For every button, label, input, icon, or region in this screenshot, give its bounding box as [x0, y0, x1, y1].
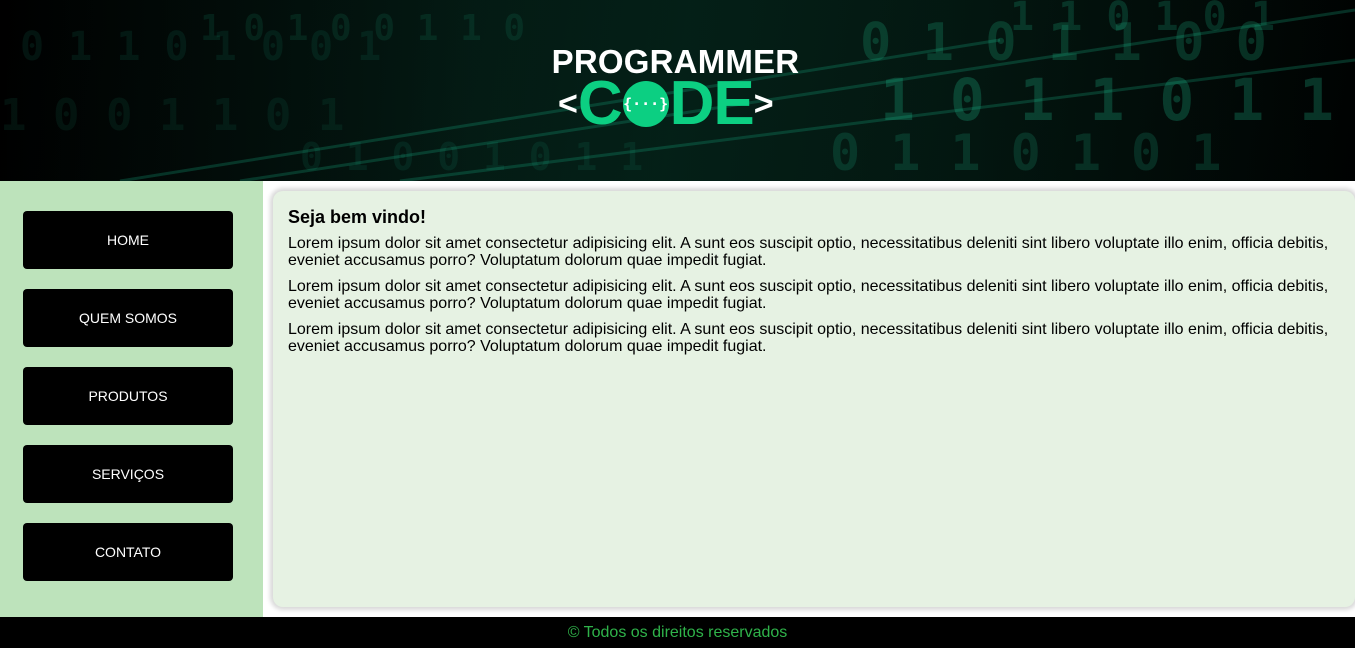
footer-copyright: © Todos os direitos reservados: [567, 623, 788, 641]
welcome-card: Seja bem vindo! Lorem ipsum dolor sit am…: [273, 191, 1355, 607]
main-content: Seja bem vindo! Lorem ipsum dolor sit am…: [263, 181, 1355, 617]
nav-button-contato[interactable]: CONTATO: [23, 523, 233, 581]
code-braces-symbol: {···}: [623, 95, 669, 113]
page-footer: © Todos os direitos reservados: [0, 617, 1355, 648]
content-paragraph-2: Lorem ipsum dolor sit amet consectetur a…: [288, 278, 1329, 312]
nav-button-quem-somos[interactable]: QUEM SOMOS: [23, 289, 233, 347]
logo-left-bracket: <: [558, 85, 578, 123]
logo-code-word: < C {···} DE >: [558, 69, 774, 138]
welcome-title: Seja bem vindo!: [288, 207, 427, 227]
logo-letters-de: DE: [669, 69, 755, 138]
nav-button-home[interactable]: HOME: [23, 211, 233, 269]
svg-text:1 0 0 1 1 0 1: 1 0 0 1 1 0 1: [0, 90, 344, 141]
sidebar-nav: HOME QUEM SOMOS PRODUTOS SERVIÇOS CONTAT…: [0, 181, 263, 617]
content-paragraph-3: Lorem ipsum dolor sit amet consectetur a…: [288, 321, 1329, 355]
logo-letter-c: C: [577, 69, 623, 138]
header-banner: 0 1 1 0 1 0 0 1 1 0 0 1 1 0 1 1 0 1 0 0 …: [0, 0, 1355, 181]
content-paragraph-1: Lorem ipsum dolor sit amet consectetur a…: [288, 235, 1329, 269]
code-braces-icon: {···}: [622, 81, 669, 127]
nav-button-produtos[interactable]: PRODUTOS: [23, 367, 233, 425]
svg-text:0 1 1 0 1 0 1: 0 1 1 0 1 0 1: [830, 124, 1221, 181]
svg-text:1 0 1 0 0 1 1 0: 1 0 1 0 0 1 1 0: [200, 8, 525, 49]
svg-text:1 1 0 1 0 1: 1 1 0 1 0 1: [1010, 0, 1275, 40]
programmer-code-logo[interactable]: PROGRAMMER < C {···} DE >: [548, 44, 808, 136]
logo-right-bracket: >: [753, 85, 774, 123]
svg-text:0 1 0 0 1 0 1 1: 0 1 0 0 1 0 1 1: [300, 135, 643, 179]
nav-button-servicos[interactable]: SERVIÇOS: [23, 445, 233, 503]
